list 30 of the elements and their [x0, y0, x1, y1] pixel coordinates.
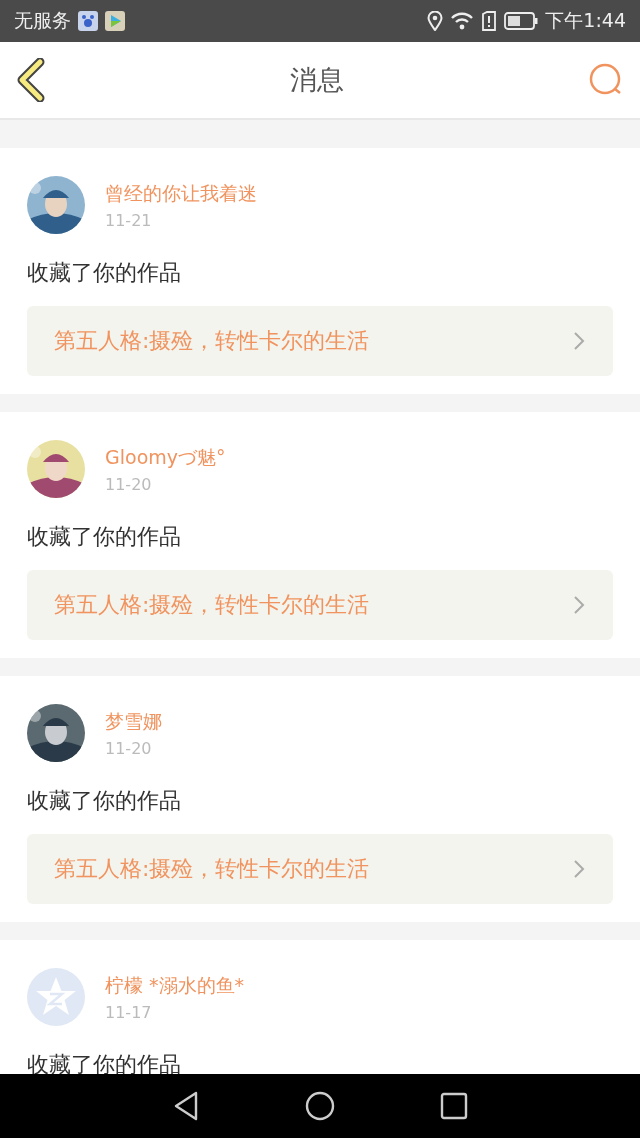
user-name[interactable]: 柠檬 *溺水的鱼* [105, 972, 245, 999]
message-text: 收藏了你的作品 [27, 787, 182, 815]
recents-nav-icon[interactable] [439, 1092, 468, 1120]
message-date: 11-17 [105, 1002, 153, 1022]
message-text: 收藏了你的作品 [27, 523, 182, 551]
play-icon [105, 11, 125, 31]
clock-text: 下午1:44 [545, 8, 626, 33]
page-title: 消息 [290, 63, 344, 97]
message-date: 11-20 [105, 474, 153, 494]
chevron-icon [573, 595, 585, 615]
carrier-text: 无服务 [14, 8, 71, 33]
default-avatar-icon [27, 968, 85, 1026]
message-text: 收藏了你的作品 [27, 259, 182, 287]
battery-icon [504, 12, 539, 30]
user-name[interactable]: Gloomyづ魅° [105, 444, 226, 471]
wifi-icon [450, 11, 475, 31]
work-link[interactable]: 第五人格:摄殓，转性卡尔的生活 [27, 570, 613, 640]
chevron-icon [573, 331, 585, 351]
location-icon [427, 11, 444, 31]
work-link[interactable]: 第五人格:摄殓，转性卡尔的生活 [27, 306, 613, 376]
message-date: 11-20 [105, 738, 153, 758]
user-name[interactable]: 曾经的你让我着迷 [105, 180, 257, 207]
sim-alert-icon [481, 11, 498, 31]
home-nav-icon[interactable] [305, 1091, 335, 1121]
work-link[interactable]: 第五人格:摄殓，转性卡尔的生活 [27, 834, 613, 904]
back-button[interactable] [16, 58, 46, 102]
user-name[interactable]: 梦雪娜 [105, 708, 162, 735]
message-date: 11-21 [105, 210, 153, 230]
paw-icon [78, 11, 98, 31]
chevron-icon [573, 859, 585, 879]
